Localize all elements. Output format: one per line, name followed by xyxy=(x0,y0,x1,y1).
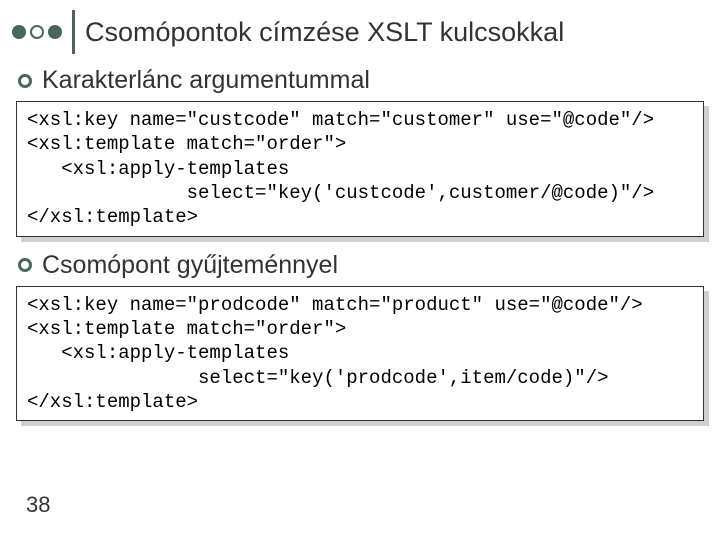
section-heading-1: Karakterlánc argumentummal xyxy=(42,66,370,95)
page-number: 38 xyxy=(26,492,50,518)
bullet-item: Csomópont gyűjteménnyel xyxy=(18,251,708,280)
dot-icon xyxy=(48,25,62,39)
code-block-2: <xsl:key name="prodcode" match="product"… xyxy=(16,286,704,422)
slide-title: Csomópontok címzése XSLT kulcsokkal xyxy=(85,17,564,48)
bullet-item: Karakterlánc argumentummal xyxy=(18,66,708,95)
vertical-divider xyxy=(72,10,75,54)
decorative-dots xyxy=(12,25,62,39)
dot-icon xyxy=(30,25,44,39)
section-heading-2: Csomópont gyűjteménnyel xyxy=(42,251,338,280)
bullet-icon xyxy=(18,74,32,88)
code-block-1: <xsl:key name="custcode" match="customer… xyxy=(16,101,704,237)
code-block-2-wrap: <xsl:key name="prodcode" match="product"… xyxy=(16,286,704,422)
slide-header: Csomópontok címzése XSLT kulcsokkal xyxy=(12,10,708,54)
code-block-1-wrap: <xsl:key name="custcode" match="customer… xyxy=(16,101,704,237)
dot-icon xyxy=(12,25,26,39)
bullet-icon xyxy=(18,258,32,272)
